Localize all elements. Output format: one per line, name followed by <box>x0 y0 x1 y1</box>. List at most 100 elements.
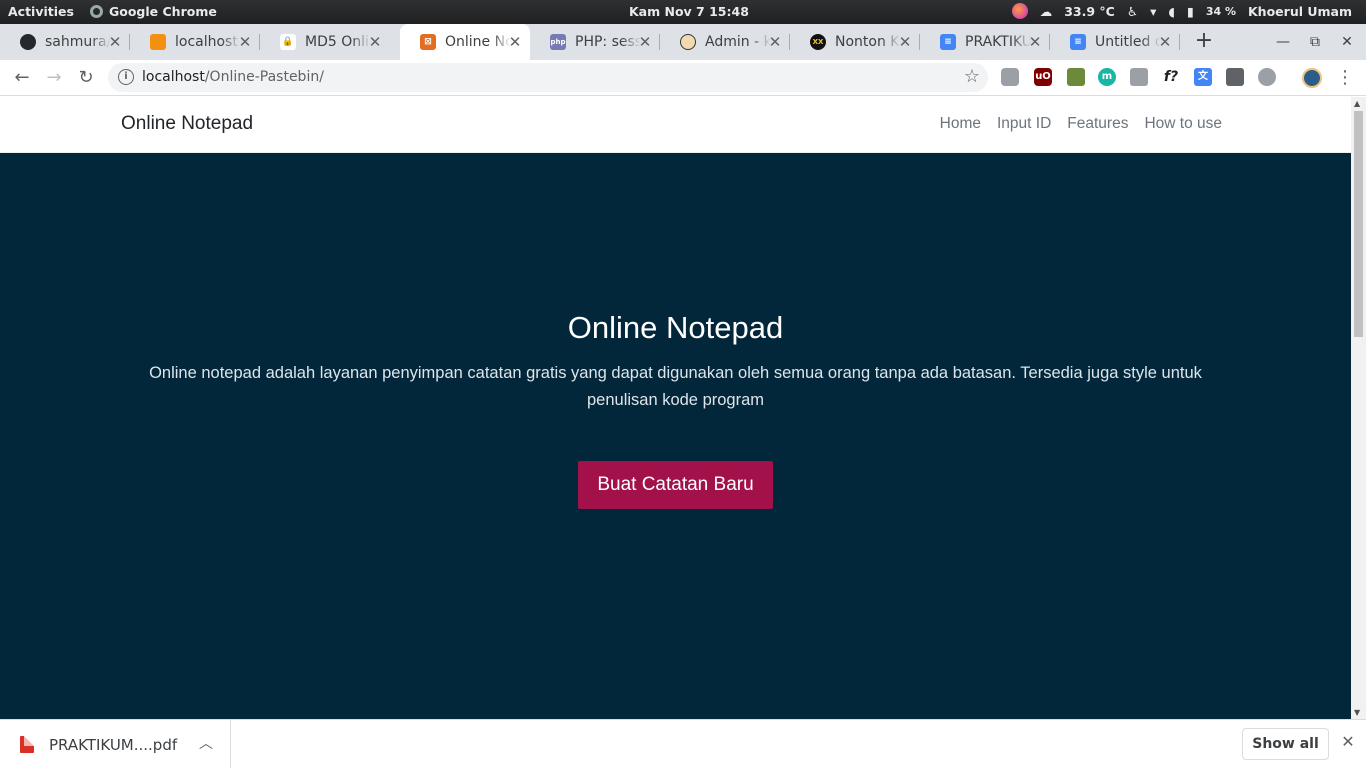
close-icon[interactable]: ✕ <box>1026 33 1044 51</box>
scroll-down-arrow-icon[interactable]: ▼ <box>1354 708 1360 717</box>
new-note-button[interactable]: Buat Catatan Baru <box>578 461 773 509</box>
mendeley-extension-icon[interactable]: m <box>1098 68 1116 86</box>
web-page: Online Notepad Home Input ID Features Ho… <box>0 97 1351 719</box>
github-icon <box>20 34 36 50</box>
scroll-up-arrow-icon[interactable]: ▲ <box>1354 99 1360 108</box>
show-all-button[interactable]: Show all <box>1242 728 1329 760</box>
xxi-icon: XX <box>810 34 826 50</box>
whatfont-extension-icon[interactable]: f? <box>1162 68 1180 86</box>
pdf-file-icon <box>20 736 34 753</box>
chrome-menu-button[interactable]: ⋮ <box>1333 66 1357 90</box>
nav-home[interactable]: Home <box>940 115 981 133</box>
nav-features[interactable]: Features <box>1067 115 1128 133</box>
tab-title: Nonton K <box>835 34 900 50</box>
php-icon: php <box>550 34 566 50</box>
tab-untitled-doc[interactable]: ≡ Untitled d ✕ <box>1050 24 1180 60</box>
temperature[interactable]: 33.9 °C <box>1064 4 1115 19</box>
window-close-button[interactable]: ✕ <box>1337 32 1357 52</box>
hero-title: Online Notepad <box>567 310 784 345</box>
chrome-icon <box>90 5 103 18</box>
tab-nonton[interactable]: XX Nonton K ✕ <box>790 24 920 60</box>
app-name: Google Chrome <box>109 4 217 19</box>
firefox-dev-icon[interactable] <box>1011 3 1028 19</box>
close-icon[interactable]: ✕ <box>636 33 654 51</box>
tab-online-notepad[interactable]: ⊠ Online No ✕ <box>400 24 530 60</box>
close-icon[interactable]: ✕ <box>366 33 384 51</box>
hero-description: Online notepad adalah layanan penyimpan … <box>149 364 1202 409</box>
hero-section: Online Notepad Online notepad adalah lay… <box>0 153 1351 719</box>
battery-percent[interactable]: 34 % <box>1206 5 1236 18</box>
weather-icon: ☁ <box>1039 3 1053 19</box>
chevron-up-icon[interactable]: ︿ <box>199 733 213 753</box>
shield-extension-icon[interactable] <box>1001 68 1019 86</box>
download-item[interactable]: PRAKTIKUM....pdf ︿ <box>0 720 231 768</box>
volume-icon[interactable]: ◖ <box>1168 4 1175 19</box>
wifi-icon[interactable]: ▾ <box>1150 4 1156 19</box>
tab-title: Admin - k <box>705 34 771 50</box>
restore-button[interactable]: ⧉ <box>1305 32 1325 52</box>
lock-icon: 🔒 <box>280 34 296 50</box>
translate-extension-icon[interactable]: 文 <box>1194 68 1212 86</box>
tab-localhost[interactable]: localhost ✕ <box>130 24 260 60</box>
nav-how-to-use[interactable]: How to use <box>1144 115 1222 133</box>
eyedropper-extension-icon[interactable] <box>1067 68 1085 86</box>
accessibility-icon[interactable]: ♿ <box>1127 4 1138 19</box>
avatar-icon <box>680 34 696 50</box>
tab-title: Online No <box>445 34 511 50</box>
url-host: localhost <box>142 69 205 85</box>
tab-md5[interactable]: 🔒 MD5 Onli ✕ <box>260 24 390 60</box>
close-icon[interactable]: ✕ <box>236 33 254 51</box>
activities-button[interactable]: Activities <box>8 4 74 19</box>
user-name[interactable]: Khoerul Umam <box>1248 4 1352 19</box>
docs-icon: ≡ <box>940 34 956 50</box>
browser-toolbar: ← → ↻ i localhost/Online-Pastebin/ ☆ uO … <box>0 60 1366 96</box>
phpmyadmin-icon <box>150 34 166 50</box>
tab-title: MD5 Onli <box>305 34 369 50</box>
back-button[interactable]: ← <box>10 66 34 90</box>
clock[interactable]: Kam Nov 7 15:48 <box>629 4 749 19</box>
address-bar[interactable]: i localhost/Online-Pastebin/ ☆ <box>108 63 988 92</box>
tab-admin[interactable]: Admin - k ✕ <box>660 24 790 60</box>
tab-php-session[interactable]: php PHP: sess ✕ <box>530 24 660 60</box>
url-path: /Online-Pastebin/ <box>204 69 324 85</box>
tab-title: sahmura/ <box>45 34 111 50</box>
info-icon[interactable]: i <box>118 69 134 85</box>
new-tab-button[interactable]: + <box>1192 30 1216 54</box>
close-icon[interactable]: ✕ <box>896 33 914 51</box>
bookmark-star-icon[interactable]: ☆ <box>964 66 980 87</box>
os-top-bar: Activities Google Chrome Kam Nov 7 15:48… <box>0 0 1366 24</box>
close-icon[interactable]: ✕ <box>506 33 524 51</box>
tab-praktikum-doc[interactable]: ≡ PRAKTIKU ✕ <box>920 24 1050 60</box>
close-download-shelf-icon[interactable]: ✕ <box>1339 733 1357 751</box>
site-nav-links: Home Input ID Features How to use <box>940 115 1222 133</box>
reload-button[interactable]: ↻ <box>74 66 98 90</box>
close-icon[interactable]: ✕ <box>1156 33 1174 51</box>
profile-avatar[interactable] <box>1302 68 1322 88</box>
download-filename: PRAKTIKUM....pdf <box>49 736 178 754</box>
app-menu[interactable]: Google Chrome <box>90 4 217 19</box>
url-text[interactable]: localhost/Online-Pastebin/ <box>142 69 324 85</box>
close-icon[interactable]: ✕ <box>766 33 784 51</box>
minimize-button[interactable]: — <box>1273 32 1293 52</box>
tab-title: PRAKTIKU <box>965 34 1031 50</box>
page-scrollbar[interactable]: ▲ ▼ <box>1351 97 1366 719</box>
download-shelf: PRAKTIKUM....pdf ︿ Show all ✕ <box>0 719 1366 768</box>
scrollbar-thumb[interactable] <box>1354 111 1363 337</box>
image-extension-icon[interactable] <box>1226 68 1244 86</box>
tab-github[interactable]: sahmura/ ✕ <box>0 24 130 60</box>
system-tray[interactable]: ☁ 33.9 °C ♿ ▾ ◖ ▮ 34 % Khoerul Umam <box>1011 3 1352 19</box>
tab-strip: sahmura/ ✕ localhost ✕ 🔒 MD5 Onli ✕ ⊠ On… <box>0 24 1366 60</box>
stopwatch-extension-icon[interactable] <box>1258 68 1276 86</box>
nav-input-id[interactable]: Input ID <box>997 115 1051 133</box>
tab-title: localhost <box>175 34 238 50</box>
tab-separator <box>1179 34 1180 50</box>
battery-icon[interactable]: ▮ <box>1187 4 1194 19</box>
forward-button[interactable]: → <box>42 66 66 90</box>
site-navbar: Online Notepad Home Input ID Features Ho… <box>0 97 1351 153</box>
close-icon[interactable]: ✕ <box>106 33 124 51</box>
ublock-icon[interactable]: uO <box>1034 68 1052 86</box>
site-brand[interactable]: Online Notepad <box>121 113 253 135</box>
camera-extension-icon[interactable] <box>1130 68 1148 86</box>
tab-title: Untitled d <box>1095 34 1161 50</box>
tab-title: PHP: sess <box>575 34 641 50</box>
